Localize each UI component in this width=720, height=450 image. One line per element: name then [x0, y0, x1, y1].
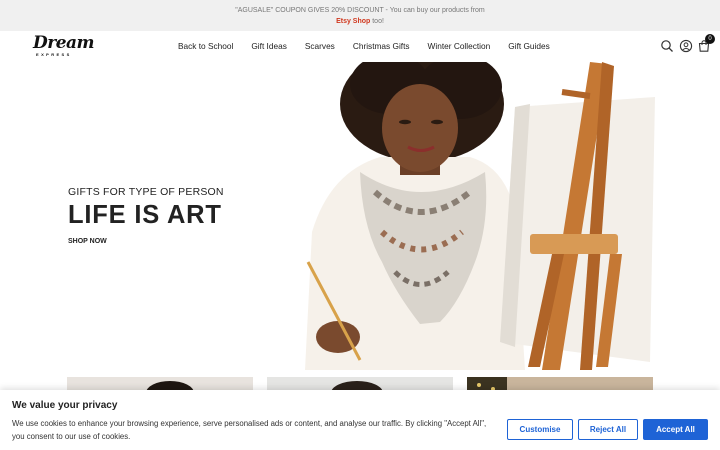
brand-tagline: EXPRESS: [36, 52, 72, 57]
nav-item-scarves[interactable]: Scarves: [305, 41, 335, 51]
announcement-text: "AGUSALE" COUPON GIVES 20% DISCOUNT - Yo…: [235, 7, 485, 14]
nav-item-gift-ideas[interactable]: Gift Ideas: [251, 41, 287, 51]
accept-all-button[interactable]: Accept All: [643, 419, 708, 440]
announcement-suffix: too!: [370, 18, 384, 25]
announcement-line2: Etsy Shop too!: [0, 16, 720, 27]
cookie-description: We use cookies to enhance your browsing …: [12, 419, 487, 441]
account-icon[interactable]: [679, 39, 693, 53]
hero-eyebrow: GIFTS FOR TYPE OF PERSON: [68, 186, 224, 198]
reject-all-button[interactable]: Reject All: [578, 419, 638, 440]
nav-item-back-to-school[interactable]: Back to School: [178, 41, 233, 51]
main-nav: Back to School Gift Ideas Scarves Christ…: [178, 41, 568, 51]
etsy-shop-link[interactable]: Etsy Shop: [336, 18, 370, 25]
cart-icon[interactable]: 0: [697, 34, 715, 53]
nav-item-gift-guides[interactable]: Gift Guides: [508, 41, 550, 51]
nav-item-winter-collection[interactable]: Winter Collection: [428, 41, 491, 51]
brand-logo[interactable]: Dream EXPRESS: [33, 35, 95, 59]
hero-banner: GIFTS FOR TYPE OF PERSON LIFE IS ART SHO…: [0, 62, 720, 370]
cart-count-badge: 0: [705, 34, 715, 44]
cookie-title: We value your privacy: [12, 400, 118, 411]
header-icons: 0: [656, 34, 715, 53]
hero-text-block: GIFTS FOR TYPE OF PERSON LIFE IS ART SHO…: [68, 186, 224, 248]
announcement-bar: "AGUSALE" COUPON GIVES 20% DISCOUNT - Yo…: [0, 0, 720, 31]
customise-button[interactable]: Customise: [507, 419, 573, 440]
shop-now-link[interactable]: SHOP NOW: [68, 238, 107, 245]
nav-item-christmas-gifts[interactable]: Christmas Gifts: [353, 41, 410, 51]
search-icon[interactable]: [660, 39, 674, 53]
hero-image: [305, 62, 655, 370]
site-header: Dream EXPRESS Back to School Gift Ideas …: [0, 31, 720, 62]
brand-name: Dream: [33, 33, 95, 53]
hero-title: LIFE IS ART: [68, 201, 222, 229]
cookie-consent-banner: We value your privacy We use cookies to …: [0, 390, 720, 450]
